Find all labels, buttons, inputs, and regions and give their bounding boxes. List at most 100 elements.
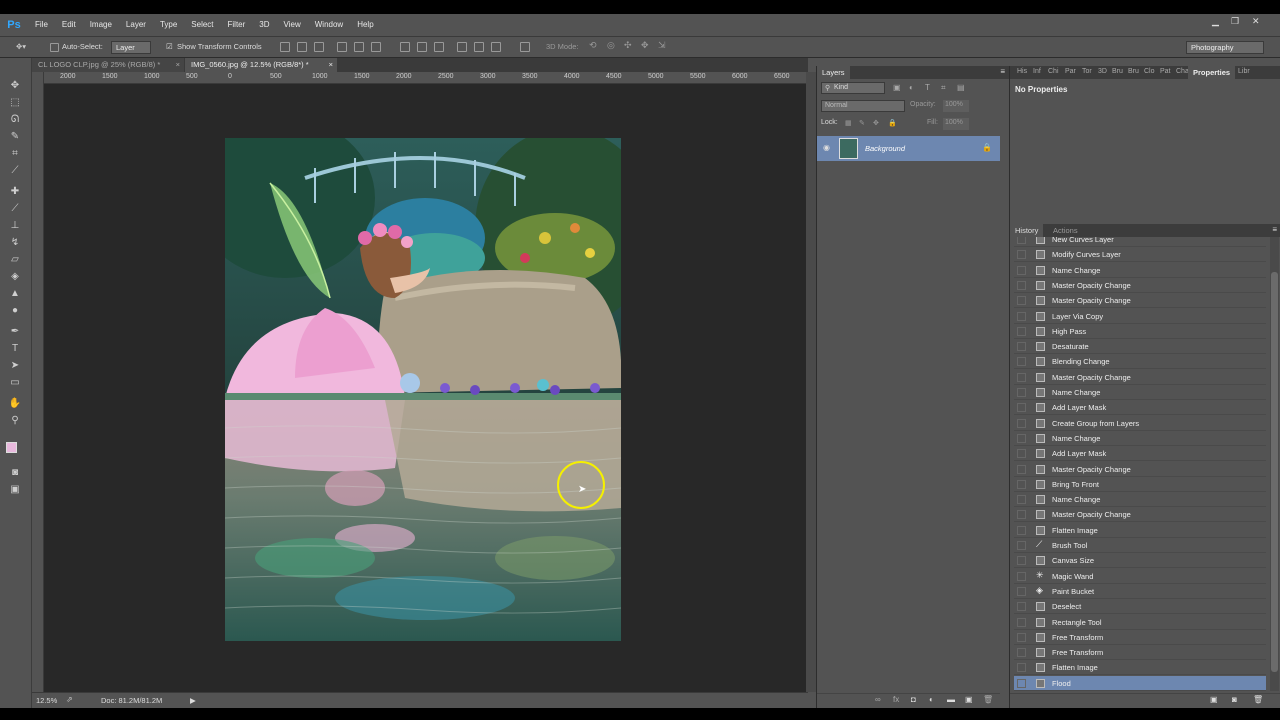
history-source-checkbox[interactable]: [1017, 237, 1026, 244]
history-row[interactable]: Deselect: [1014, 599, 1266, 615]
align-vcenter-icon[interactable]: [297, 42, 307, 52]
blur-tool-icon[interactable]: ▲: [8, 287, 22, 300]
show-transform-checkbox[interactable]: ☑: [166, 42, 173, 51]
history-source-checkbox[interactable]: [1017, 541, 1026, 550]
crop-tool-icon[interactable]: ⌗: [8, 147, 22, 160]
history-source-checkbox[interactable]: [1017, 342, 1026, 352]
3d-drag-icon[interactable]: ✣: [624, 40, 632, 51]
paint-bucket-tool-icon[interactable]: ◈: [8, 270, 22, 283]
history-source-checkbox[interactable]: [1017, 265, 1026, 275]
history-row[interactable]: High Pass: [1014, 324, 1266, 339]
eraser-tool-icon[interactable]: ▱: [8, 253, 22, 266]
distribute-bottom-icon[interactable]: [434, 42, 444, 52]
history-source-checkbox[interactable]: [1017, 525, 1026, 535]
vertical-ruler[interactable]: [32, 72, 44, 692]
history-source-checkbox[interactable]: [1017, 280, 1026, 290]
history-source-checkbox[interactable]: [1017, 388, 1026, 397]
marquee-tool-icon[interactable]: ⬚: [8, 96, 22, 109]
workspace-dropdown[interactable]: Photography: [1186, 41, 1264, 54]
history-source-checkbox[interactable]: [1017, 586, 1026, 596]
history-row[interactable]: Add Layer Mask: [1014, 400, 1266, 416]
history-source-checkbox[interactable]: [1017, 449, 1026, 459]
minimize-button[interactable]: ▁: [1212, 16, 1219, 27]
distribute-left-icon[interactable]: [457, 42, 467, 52]
move-tool-icon[interactable]: ✥: [8, 79, 22, 92]
layers-tab[interactable]: Layers: [817, 66, 850, 79]
pen-tool-icon[interactable]: ✒: [8, 325, 22, 338]
tab-paragraph-mini[interactable]: Par: [1065, 68, 1076, 75]
menu-type[interactable]: Type: [153, 14, 184, 36]
tab-paths-mini[interactable]: Pat: [1160, 68, 1171, 75]
history-source-checkbox[interactable]: [1017, 296, 1026, 306]
history-row[interactable]: Create Group from Layers: [1014, 416, 1266, 431]
history-row[interactable]: Free Transform: [1014, 645, 1266, 661]
history-row[interactable]: Layer Via Copy: [1014, 309, 1266, 324]
history-row[interactable]: Name Change: [1014, 385, 1266, 400]
menu-window[interactable]: Window: [308, 14, 350, 36]
history-source-checkbox[interactable]: [1017, 571, 1026, 581]
distribute-vcenter-icon[interactable]: [417, 42, 427, 52]
history-scrollbar[interactable]: [1270, 237, 1279, 691]
history-brush-tool-icon[interactable]: ↯: [8, 236, 22, 249]
align-top-icon[interactable]: [280, 42, 290, 52]
tab-3d-mini[interactable]: 3D: [1098, 68, 1107, 75]
align-hcenter-icon[interactable]: [354, 42, 364, 52]
document-image[interactable]: [225, 138, 621, 641]
history-row[interactable]: Add Layer Mask: [1014, 446, 1266, 462]
close-button[interactable]: ✕: [1252, 16, 1260, 27]
filter-pixel-icon[interactable]: ▣: [893, 83, 901, 92]
brush-tool-icon[interactable]: ⟋: [8, 202, 22, 215]
blend-mode-dropdown[interactable]: Normal: [821, 100, 905, 112]
layer-name[interactable]: Background: [865, 144, 905, 153]
tab-brush-presets-mini[interactable]: Bru: [1128, 68, 1139, 75]
doc-tab-logo[interactable]: CL LOGO CLP.jpg @ 25% (RGB/8) * ×: [32, 58, 184, 72]
history-row[interactable]: ⟋ Brush Tool: [1014, 538, 1266, 553]
tab-actions[interactable]: Actions: [1048, 224, 1083, 237]
align-left-icon[interactable]: [337, 42, 347, 52]
menu-help[interactable]: Help: [350, 14, 380, 36]
distribute-top-icon[interactable]: [400, 42, 410, 52]
history-row[interactable]: Flatten Image: [1014, 523, 1266, 538]
history-source-checkbox[interactable]: [1017, 678, 1026, 688]
type-tool-icon[interactable]: T: [8, 342, 22, 355]
history-source-checkbox[interactable]: [1017, 495, 1026, 505]
history-row[interactable]: Master Opacity Change: [1014, 278, 1266, 293]
tab-brush-mini[interactable]: Bru: [1112, 68, 1123, 75]
distribute-right-icon[interactable]: [491, 42, 501, 52]
auto-select-checkbox[interactable]: [50, 43, 59, 52]
adjustment-layer-icon[interactable]: ◐: [929, 695, 934, 704]
tab-libraries-mini[interactable]: Libr: [1238, 68, 1250, 75]
panel-menu-icon[interactable]: ≡: [1272, 225, 1277, 234]
doc-tab-img0560[interactable]: IMG_0560.jpg @ 12.5% (RGB/8*) * ×: [185, 58, 337, 72]
restore-button[interactable]: ❐: [1231, 16, 1239, 27]
status-menu-arrow-icon[interactable]: ▶: [190, 696, 196, 705]
move-tool-icon[interactable]: ✥▾: [16, 42, 26, 51]
tab-info-mini[interactable]: Inf: [1033, 68, 1041, 75]
3d-scale-icon[interactable]: ⇲: [658, 40, 666, 51]
rectangle-tool-icon[interactable]: ▭: [8, 376, 22, 389]
history-row[interactable]: ◈ Paint Bucket: [1014, 584, 1266, 599]
history-source-checkbox[interactable]: [1017, 326, 1026, 336]
tab-history[interactable]: History: [1010, 224, 1044, 237]
history-source-checkbox[interactable]: [1017, 250, 1026, 260]
auto-align-icon[interactable]: [520, 42, 530, 52]
menu-layer[interactable]: Layer: [119, 14, 153, 36]
history-row[interactable]: Flatten Image: [1014, 660, 1266, 676]
history-scroll-thumb[interactable]: [1271, 272, 1278, 672]
history-row[interactable]: New Curves Layer: [1014, 237, 1266, 247]
panel-menu-icon[interactable]: ≡: [1000, 67, 1005, 76]
menu-3d[interactable]: 3D: [252, 14, 276, 36]
filter-smart-object-icon[interactable]: ▤: [957, 83, 965, 92]
delete-state-icon[interactable]: 🗑: [1253, 695, 1263, 704]
quick-mask-icon[interactable]: ◙: [8, 466, 22, 479]
path-select-tool-icon[interactable]: ➤: [8, 359, 22, 372]
visibility-eye-icon[interactable]: ◉: [823, 143, 830, 152]
clone-stamp-tool-icon[interactable]: ⊥: [8, 219, 22, 232]
history-row[interactable]: Desaturate: [1014, 339, 1266, 355]
history-source-checkbox[interactable]: [1017, 510, 1026, 520]
zoom-level[interactable]: 12.5%: [36, 696, 57, 705]
history-row[interactable]: Master Opacity Change: [1014, 293, 1266, 309]
menu-edit[interactable]: Edit: [55, 14, 83, 36]
layer-style-icon[interactable]: fx: [893, 695, 899, 704]
history-row[interactable]: Name Change: [1014, 431, 1266, 446]
